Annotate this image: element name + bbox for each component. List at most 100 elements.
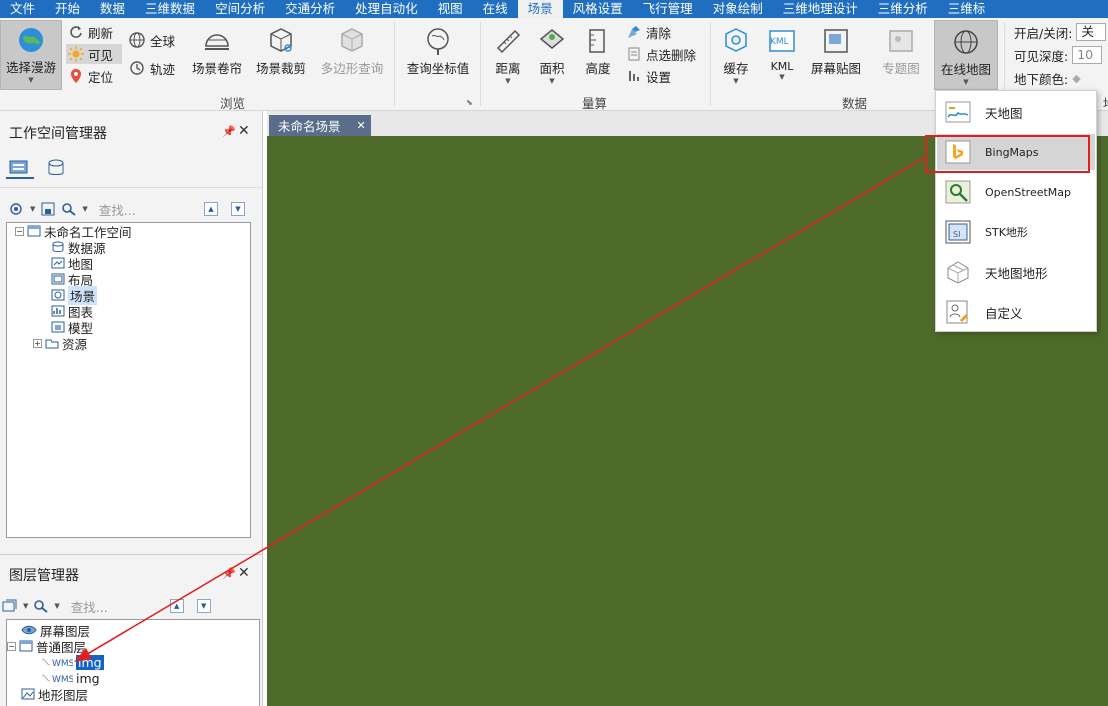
distance-label: 距离: [495, 61, 521, 76]
chevron-down-icon[interactable]: ▼: [23, 602, 28, 610]
polygon-query-button[interactable]: 多边形查询: [314, 26, 390, 77]
menu-item[interactable]: 视图: [428, 0, 473, 18]
menu-item[interactable]: 数据: [90, 0, 135, 18]
dropdown-item-label: 自定义: [985, 305, 1023, 321]
dropdown-item-custom[interactable]: 自定义: [937, 294, 1095, 330]
search-icon[interactable]: [61, 202, 77, 216]
dropdown-item-openstreetmap[interactable]: OpenStreetMap: [937, 174, 1095, 210]
scene-tab-title: 未命名场景: [278, 119, 341, 134]
pin-icon[interactable]: 📌: [222, 125, 236, 138]
query-coordinate-button[interactable]: 查询坐标值: [400, 26, 476, 77]
menu-item[interactable]: 对象绘制: [703, 0, 773, 18]
underground-toggle-select[interactable]: 关: [1076, 23, 1107, 41]
chevron-down-icon[interactable]: ▼: [30, 205, 35, 213]
query-coordinate-label: 查询坐标值: [406, 61, 470, 76]
svg-text:SI: SI: [953, 230, 960, 239]
open-workspace-icon[interactable]: [9, 202, 25, 216]
menu-item[interactable]: 在线: [473, 0, 518, 18]
area-icon: [539, 29, 565, 49]
visible-button[interactable]: 可见: [66, 44, 122, 64]
collapse-icon[interactable]: −: [15, 226, 24, 236]
move-down-icon[interactable]: ▼: [196, 599, 211, 613]
menu-item[interactable]: 三维地理设计: [773, 0, 868, 18]
chevron-down-icon: ▼: [549, 77, 555, 85]
scene-curtain-label: 场景卷帘: [191, 61, 242, 76]
underground-color-label: 地下颜色:: [1014, 71, 1069, 87]
workspace-tab-icon[interactable]: [9, 159, 29, 177]
add-layer-icon[interactable]: [2, 599, 18, 613]
clear-button[interactable]: 清除: [626, 22, 671, 42]
save-workspace-icon[interactable]: [40, 202, 56, 216]
online-map-button[interactable]: 在线地图 ▼: [934, 20, 998, 90]
workspace-search-input[interactable]: 查找...: [99, 200, 136, 219]
underground-depth-row: 可见深度: 10: [1014, 45, 1103, 65]
scene-clip-button[interactable]: 场景裁剪: [250, 26, 312, 77]
track-button[interactable]: 轨迹: [128, 58, 175, 78]
menu-item[interactable]: 空间分析: [205, 0, 275, 18]
measure-group-label: 量算: [582, 96, 608, 111]
underground-depth-input[interactable]: 10: [1072, 46, 1103, 64]
thematic-map-button[interactable]: 专题图: [874, 26, 928, 77]
scene-icon: [51, 289, 65, 301]
height-button[interactable]: 高度: [578, 26, 618, 77]
chevron-down-icon[interactable]: ▼: [54, 602, 59, 610]
menu-item[interactable]: 场景: [517, 0, 563, 18]
dialog-launcher-icon[interactable]: ⬊: [466, 98, 473, 107]
close-icon[interactable]: ✕: [357, 119, 366, 132]
screen-sticker-button[interactable]: 屏幕贴图: [806, 26, 866, 77]
collapse-icon[interactable]: −: [7, 641, 16, 651]
select-roam-button[interactable]: 选择漫游 ▼: [0, 20, 62, 90]
move-up-icon[interactable]: ▲: [204, 202, 218, 216]
point-delete-button[interactable]: 点选删除: [626, 44, 696, 64]
cache-label: 缓存: [723, 61, 749, 76]
cache-button[interactable]: 缓存 ▼: [716, 26, 756, 85]
refresh-icon: [70, 26, 82, 38]
menu-item[interactable]: 文件: [0, 0, 45, 18]
pin-icon[interactable]: 📌: [222, 567, 236, 580]
chevron-down-icon[interactable]: ▼: [82, 205, 87, 213]
area-button[interactable]: 面积 ▼: [532, 26, 572, 85]
dropdown-item-tianditu[interactable]: 天地图: [937, 94, 1095, 130]
tree-node-img-layer-1[interactable]: WMS img: [41, 654, 104, 670]
terrain-layer-icon: [21, 688, 35, 700]
tree-node-normal-layers[interactable]: − 普通图层: [7, 638, 86, 655]
wms-icon: WMS: [41, 658, 73, 668]
tree-node-terrain-layers[interactable]: 地形图层: [21, 686, 88, 703]
close-icon[interactable]: ✕: [238, 123, 250, 139]
point-delete-icon: [628, 47, 640, 61]
locate-button[interactable]: 定位: [68, 66, 113, 86]
distance-button[interactable]: 距离 ▼: [488, 26, 528, 85]
dropdown-item-stk-terrain[interactable]: SI STK地形: [937, 214, 1095, 250]
globe-icon: [129, 32, 145, 48]
kml-icon-text: KML: [770, 37, 789, 47]
database-tab-icon[interactable]: [46, 159, 66, 177]
search-icon[interactable]: [33, 599, 49, 613]
ribbon-separator: [480, 22, 481, 106]
underground-group-label: 地: [1103, 93, 1108, 110]
menu-item[interactable]: 三维数据: [135, 0, 205, 18]
resource-icon: [45, 339, 59, 349]
layer-search-input[interactable]: 查找...: [71, 597, 108, 616]
menu-item[interactable]: 交通分析: [275, 0, 345, 18]
move-down-icon[interactable]: ▼: [231, 202, 245, 216]
dropdown-item-tianditu-terrain[interactable]: 天地图地形: [937, 254, 1095, 290]
expand-icon[interactable]: +: [33, 338, 42, 348]
menu-item[interactable]: 飞行管理: [633, 0, 703, 18]
menu-item[interactable]: 风格设置: [563, 0, 633, 18]
refresh-button[interactable]: 刷新: [68, 22, 113, 42]
paint-bucket-icon[interactable]: ◆: [1072, 72, 1080, 85]
kml-button[interactable]: KML KML ▼: [762, 26, 802, 81]
scene-curtain-button[interactable]: 场景卷帘: [186, 26, 248, 77]
globe-button[interactable]: 全球: [128, 30, 175, 50]
workspace-panel-title: 工作空间管理器: [9, 126, 107, 142]
ribbon-separator: [710, 22, 711, 106]
menu-item[interactable]: 三维分析: [868, 0, 938, 18]
menu-item[interactable]: 开始: [45, 0, 90, 18]
tree-node-resource[interactable]: + 资源: [33, 335, 87, 352]
menu-item[interactable]: 处理自动化: [345, 0, 428, 18]
scene-document-tab[interactable]: 未命名场景 ✕: [269, 115, 371, 136]
measure-settings-button[interactable]: 设置: [626, 66, 671, 86]
move-up-icon[interactable]: ▲: [169, 599, 184, 613]
close-icon[interactable]: ✕: [238, 565, 250, 581]
menu-item[interactable]: 三维标: [938, 0, 996, 18]
